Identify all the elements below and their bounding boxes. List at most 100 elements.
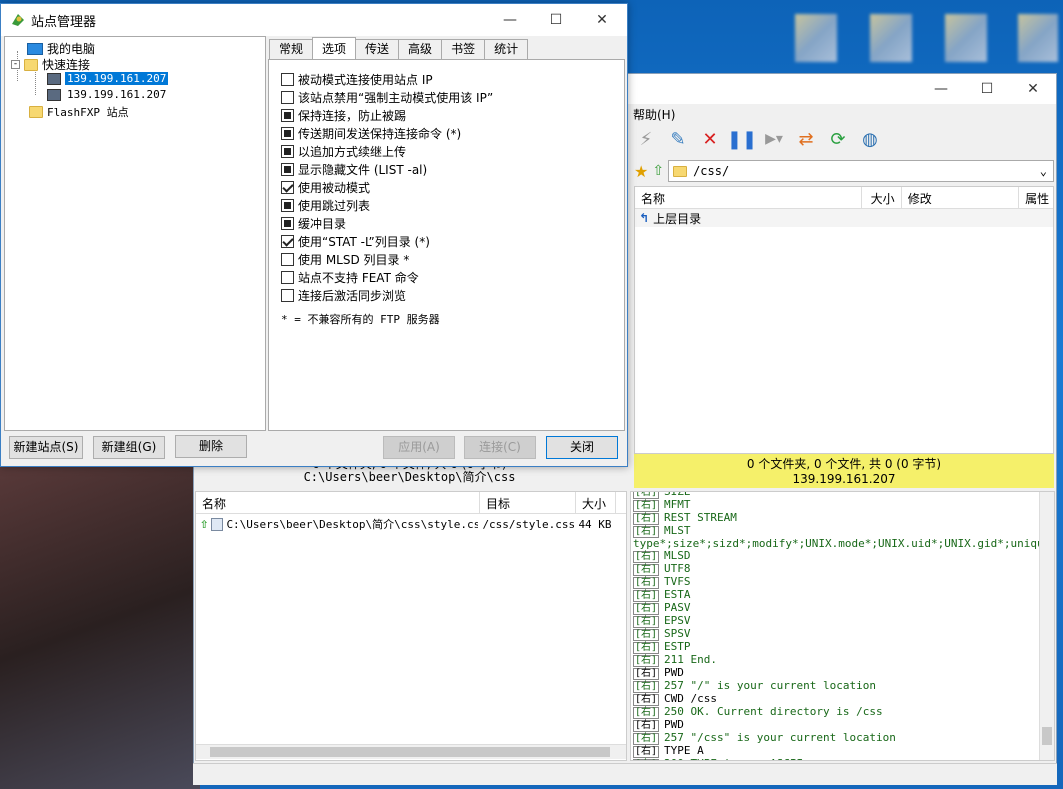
parent-folder-icon[interactable]: ⇧ [652, 163, 664, 179]
menu-help[interactable]: 帮助(H) [633, 106, 675, 123]
connect-icon[interactable]: ⚡ [634, 127, 658, 151]
option-label: 使用“STAT -L”列目录 (*) [298, 235, 430, 249]
list-item-label: 上层目录 [653, 211, 702, 226]
option-checkbox[interactable] [281, 145, 294, 158]
tab-advanced[interactable]: 高级 [398, 39, 443, 59]
disconnect-icon[interactable]: ✕ [698, 127, 722, 151]
option-row[interactable]: 缓冲目录 [281, 215, 346, 232]
log-tag: [右] [633, 681, 660, 693]
log-line: [右] SPSV [633, 627, 1054, 641]
log-tag: [右] [633, 616, 660, 628]
option-row[interactable]: 显示隐藏文件 (LIST -al) [281, 161, 427, 178]
tab-transfer[interactable]: 传送 [355, 39, 400, 59]
collapse-icon[interactable]: - [11, 60, 20, 69]
table-row[interactable]: ⇧ C:\Users\beer\Desktop\简介\css\style.css… [196, 514, 626, 534]
desktop-icon[interactable] [795, 14, 837, 62]
option-row[interactable]: 连接后激活同步浏览 [281, 287, 406, 304]
column-header-size[interactable]: 大小 [862, 187, 902, 208]
delete-button[interactable]: 删除 [175, 435, 247, 458]
desktop-icon[interactable] [870, 14, 912, 62]
option-checkbox[interactable] [281, 217, 294, 230]
tree-node-site[interactable]: 139.199.161.207 [47, 88, 168, 101]
column-header-target[interactable]: 目标 [480, 492, 576, 513]
option-row[interactable]: 使用“STAT -L”列目录 (*) [281, 233, 430, 250]
horizontal-scrollbar[interactable] [196, 744, 626, 759]
site-tree[interactable]: 我的电脑 - 快速连接 139.199.161.207 139.199.161.… [4, 36, 266, 431]
list-item[interactable]: ↰ 上层目录 [635, 209, 1053, 227]
option-row[interactable]: 使用跳过列表 [281, 197, 370, 214]
log-tag: [右] [633, 500, 660, 512]
refresh-icon[interactable]: ⟳ [826, 127, 850, 151]
maximize-icon[interactable]: ☐ [964, 74, 1010, 104]
option-checkbox[interactable] [281, 163, 294, 176]
tab-bookmarks[interactable]: 书签 [441, 39, 486, 59]
column-header-modified[interactable]: 修改 [902, 187, 1020, 208]
close-button[interactable]: 关闭 [546, 436, 618, 459]
tree-node-site[interactable]: 139.199.161.207 [47, 72, 169, 85]
option-checkbox[interactable] [281, 271, 294, 284]
scrollbar-thumb[interactable] [210, 747, 610, 757]
option-checkbox[interactable] [281, 91, 294, 104]
transfer-icon[interactable]: ⇄ [794, 127, 818, 151]
maximize-icon[interactable]: ☐ [533, 5, 579, 35]
option-row[interactable]: 使用被动模式 [281, 179, 370, 196]
column-header-name[interactable]: 名称 [196, 492, 480, 513]
tab-general[interactable]: 常规 [269, 39, 314, 59]
log-text: CWD /css [664, 692, 718, 705]
option-row[interactable]: 使用 MLSD 列目录 * [281, 251, 409, 268]
star-icon[interactable]: ★ [634, 162, 648, 181]
minimize-icon[interactable]: — [487, 5, 533, 35]
go-icon[interactable]: ▶▾ [762, 127, 786, 151]
log-line: [右] MLSD [633, 550, 1054, 563]
remote-file-list[interactable]: 名称 大小 修改 属性 ↰ 上层目录 [634, 186, 1054, 454]
option-row[interactable]: 传送期间发送保持连接命令 (*) [281, 125, 461, 142]
tree-node-my-computer[interactable]: 我的电脑 [27, 40, 95, 57]
log-line: [右] 250 OK. Current directory is /css [633, 705, 1054, 719]
option-checkbox[interactable] [281, 235, 294, 248]
close-icon[interactable]: ✕ [1010, 74, 1056, 104]
desktop-icon[interactable] [1018, 14, 1058, 62]
column-header-attributes[interactable]: 属性 [1019, 187, 1053, 208]
option-checkbox[interactable] [281, 109, 294, 122]
chevron-down-icon[interactable]: ⌄ [1040, 164, 1047, 178]
new-group-button[interactable]: 新建组(G) [93, 436, 165, 459]
close-icon[interactable]: ✕ [579, 5, 625, 35]
tab-statistics[interactable]: 统计 [484, 39, 529, 59]
option-checkbox[interactable] [281, 127, 294, 140]
scrollbar-thumb[interactable] [1042, 727, 1052, 745]
pause-icon[interactable]: ❚❚ [727, 127, 757, 151]
log-text: 250 OK. Current directory is /css [664, 705, 883, 718]
vertical-scrollbar[interactable] [1039, 492, 1054, 760]
tab-options[interactable]: 选项 [312, 37, 357, 59]
log-text: PWD [664, 666, 684, 679]
new-site-button[interactable]: 新建站点(S) [9, 436, 83, 459]
option-row[interactable]: 以追加方式续继上传 [281, 143, 406, 160]
option-checkbox[interactable] [281, 253, 294, 266]
log-text: SPSV [664, 627, 691, 640]
column-header-size[interactable]: 大小 [576, 492, 616, 513]
option-checkbox[interactable] [281, 181, 294, 194]
tree-node-flashfxp-sites[interactable]: FlashFXP 站点 [29, 104, 129, 120]
option-row[interactable]: 保持连接，防止被踢 [281, 107, 406, 124]
option-row[interactable]: 站点不支持 FEAT 命令 [281, 269, 419, 286]
desktop-icon[interactable] [945, 14, 987, 62]
log-text: EPSV [664, 614, 691, 627]
option-row[interactable]: 被动模式连接使用站点 IP [281, 71, 433, 88]
tree-node-quick-connect[interactable]: - 快速连接 [11, 56, 90, 73]
option-row[interactable]: 该站点禁用“强制主动模式使用该 IP” [281, 89, 493, 106]
option-checkbox[interactable] [281, 289, 294, 302]
apply-button[interactable]: 应用(A) [383, 436, 455, 459]
option-checkbox[interactable] [281, 73, 294, 86]
remote-path-combobox[interactable]: /css/ ⌄ [668, 160, 1054, 182]
queue-item-target: /css/style.css [482, 517, 576, 531]
quick-connect-icon[interactable]: ✎ [666, 127, 690, 151]
dialog-title: 站点管理器 [31, 14, 97, 30]
column-header-name[interactable]: 名称 [635, 187, 862, 208]
connect-button[interactable]: 连接(C) [464, 436, 536, 459]
minimize-icon[interactable]: — [918, 74, 964, 104]
main-status-bar [193, 763, 1057, 785]
transfer-queue[interactable]: 名称 目标 大小 ⇧ C:\Users\beer\Desktop\简介\css\… [195, 491, 627, 761]
remote-status-bar: 0 个文件夹, 0 个文件, 共 0 (0 字节) 139.199.161.20… [634, 454, 1054, 488]
globe-icon[interactable]: ◍ [858, 127, 882, 151]
option-checkbox[interactable] [281, 199, 294, 212]
